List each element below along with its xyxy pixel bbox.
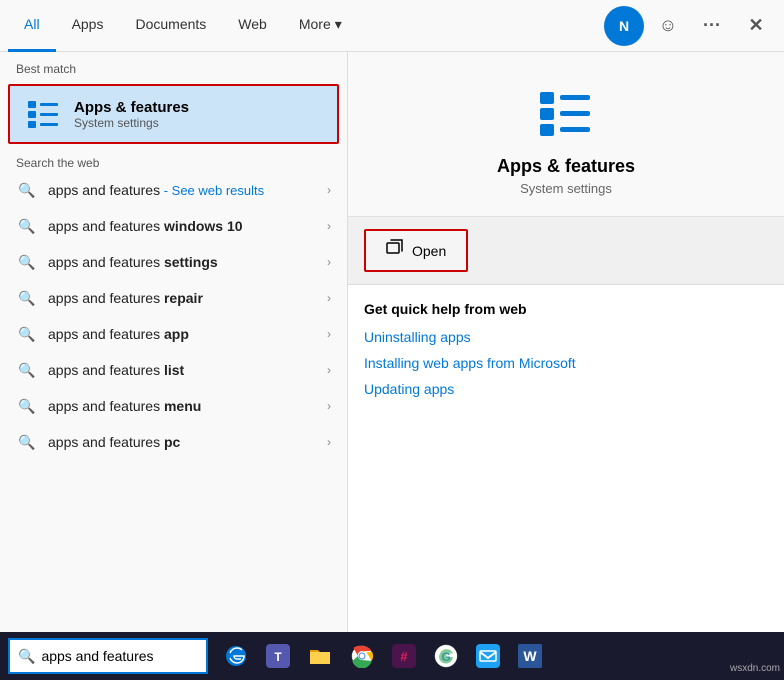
search-icon: 🔍 <box>16 287 38 309</box>
best-match-text: Apps & features System settings <box>74 99 189 130</box>
nav-right-group: N ☺ ··· ✕ <box>604 6 776 46</box>
right-panel: Apps & features System settings Open Get… <box>348 52 784 632</box>
search-icon: 🔍 <box>16 179 38 201</box>
tab-apps[interactable]: Apps <box>56 0 120 52</box>
chevron-right-icon: › <box>327 363 331 377</box>
best-match-subtitle: System settings <box>74 116 189 130</box>
search-icon: 🔍 <box>16 431 38 453</box>
ellipsis-icon[interactable]: ··· <box>692 6 732 46</box>
web-result-text-0: apps and features - See web results <box>48 182 327 198</box>
tab-web[interactable]: Web <box>222 0 283 52</box>
search-icon: 🔍 <box>16 215 38 237</box>
tab-documents[interactable]: Documents <box>119 0 222 52</box>
chevron-right-icon: › <box>327 255 331 269</box>
taskbar: 🔍 T <box>0 632 784 680</box>
more-label: More <box>299 16 331 32</box>
google-icon[interactable]: G <box>426 636 466 676</box>
chrome-icon[interactable] <box>342 636 382 676</box>
web-result-prefix: apps and features <box>48 182 160 198</box>
open-button-wrap: Open <box>348 217 784 285</box>
chevron-right-icon: › <box>327 327 331 341</box>
edge-icon[interactable] <box>216 636 256 676</box>
close-icon[interactable]: ✕ <box>736 6 776 46</box>
quick-help-link-install[interactable]: Installing web apps from Microsoft <box>364 355 768 371</box>
web-result-item[interactable]: 🔍 apps and features list › <box>0 352 347 388</box>
quick-help-title: Get quick help from web <box>364 301 768 317</box>
main-container: Best match Apps & features System settin… <box>0 52 784 632</box>
taskbar-search-input[interactable] <box>41 648 181 664</box>
open-label: Open <box>412 243 446 259</box>
left-panel: Best match Apps & features System settin… <box>0 52 348 632</box>
quick-help-link-uninstall[interactable]: Uninstalling apps <box>364 329 768 345</box>
web-result-item[interactable]: 🔍 apps and features menu › <box>0 388 347 424</box>
taskbar-search-icon: 🔍 <box>18 648 35 665</box>
web-result-item[interactable]: 🔍 apps and features pc › <box>0 424 347 460</box>
teams-icon[interactable]: T <box>258 636 298 676</box>
search-icon: 🔍 <box>16 323 38 345</box>
web-result-suffix: - See web results <box>160 183 264 198</box>
email-icon[interactable] <box>468 636 508 676</box>
web-result-text-3: apps and features repair <box>48 290 327 306</box>
tab-all[interactable]: All <box>8 0 56 52</box>
quick-help-section: Get quick help from web Uninstalling app… <box>348 285 784 632</box>
best-match-label: Best match <box>0 52 347 80</box>
watermark: wsxdn.com <box>730 663 780 674</box>
svg-text:W: W <box>523 648 537 664</box>
search-icon: 🔍 <box>16 359 38 381</box>
web-result-text-7: apps and features pc <box>48 434 327 450</box>
search-icon: 🔍 <box>16 251 38 273</box>
right-app-title: Apps & features <box>497 156 635 177</box>
web-result-item[interactable]: 🔍 apps and features - See web results › <box>0 172 347 208</box>
web-result-text-1: apps and features windows 10 <box>48 218 327 234</box>
chevron-right-icon: › <box>327 435 331 449</box>
folder-icon[interactable] <box>300 636 340 676</box>
web-result-text-4: apps and features app <box>48 326 327 342</box>
search-web-label: Search the web <box>0 148 347 172</box>
web-result-item[interactable]: 🔍 apps and features repair › <box>0 280 347 316</box>
chevron-right-icon: › <box>327 291 331 305</box>
open-icon <box>386 239 404 262</box>
taskbar-search-box[interactable]: 🔍 <box>8 638 208 674</box>
top-nav: All Apps Documents Web More ▾ N ☺ ··· ✕ <box>0 0 784 52</box>
taskbar-icons: T # <box>216 636 550 676</box>
slack-icon[interactable]: # <box>384 636 424 676</box>
chevron-right-icon: › <box>327 219 331 233</box>
chevron-right-icon: › <box>327 399 331 413</box>
best-match-item[interactable]: Apps & features System settings <box>8 84 339 144</box>
word-icon[interactable]: W <box>510 636 550 676</box>
user-avatar[interactable]: N <box>604 6 644 46</box>
web-result-text-6: apps and features menu <box>48 398 327 414</box>
open-button[interactable]: Open <box>364 229 468 272</box>
web-result-item[interactable]: 🔍 apps and features windows 10 › <box>0 208 347 244</box>
chevron-right-icon: › <box>327 183 331 197</box>
web-result-item[interactable]: 🔍 apps and features app › <box>0 316 347 352</box>
right-app-info: Apps & features System settings <box>348 52 784 217</box>
web-result-text-5: apps and features list <box>48 362 327 378</box>
feedback-icon[interactable]: ☺ <box>648 6 688 46</box>
chevron-down-icon: ▾ <box>335 16 342 33</box>
tab-more[interactable]: More ▾ <box>283 0 358 52</box>
apps-features-icon <box>26 96 62 132</box>
web-result-item[interactable]: 🔍 apps and features settings › <box>0 244 347 280</box>
best-match-title: Apps & features <box>74 99 189 116</box>
right-app-subtitle: System settings <box>520 181 612 196</box>
right-app-icon <box>536 84 596 144</box>
quick-help-link-update[interactable]: Updating apps <box>364 381 768 397</box>
web-result-text-2: apps and features settings <box>48 254 327 270</box>
svg-text:#: # <box>400 649 408 664</box>
svg-text:T: T <box>274 650 282 664</box>
search-icon: 🔍 <box>16 395 38 417</box>
